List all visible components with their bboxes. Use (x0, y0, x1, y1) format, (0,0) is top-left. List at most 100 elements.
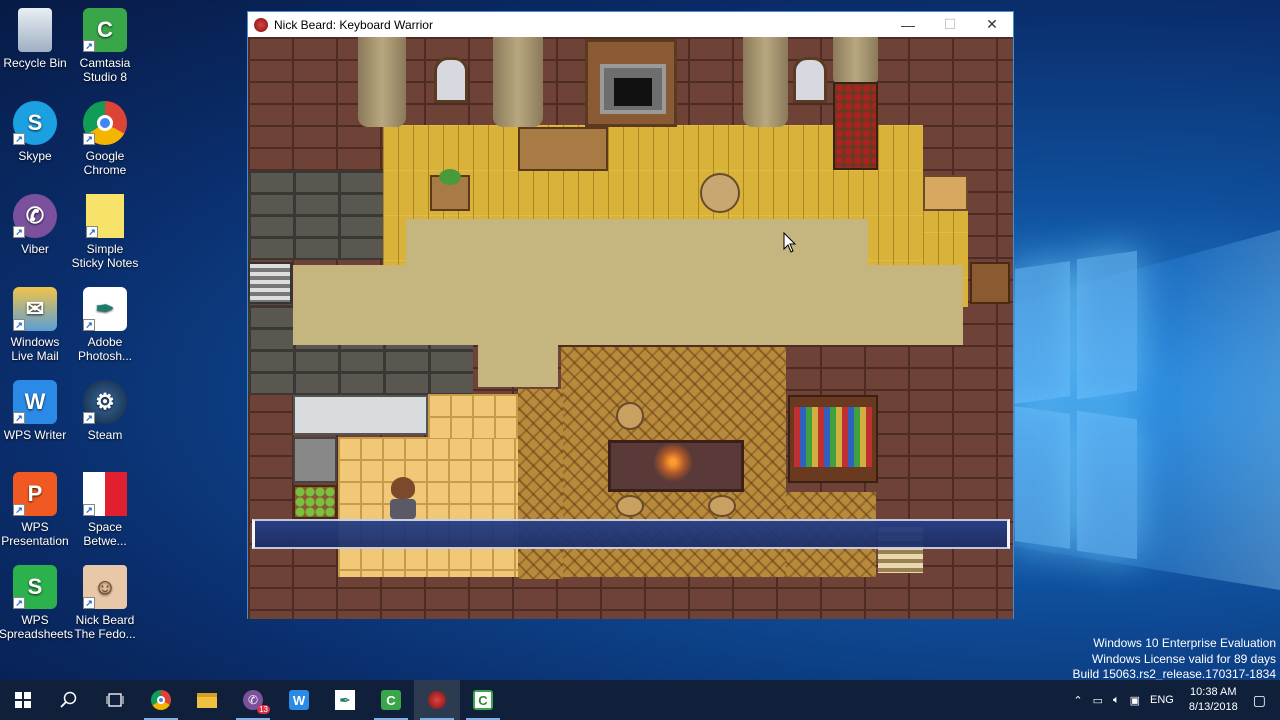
photoshop-icon: ✒ ↗ (83, 287, 127, 331)
round-stool (700, 173, 740, 213)
desktop-icon-label: WPS Writer (3, 428, 67, 442)
stove (293, 437, 337, 483)
desktop-icon-live-mail[interactable]: ✉ ↗ Windows Live Mail (0, 287, 71, 363)
file-explorer-icon (197, 692, 217, 708)
carpet-lower (478, 342, 558, 387)
kitchen-floor (338, 437, 518, 577)
door-right (970, 262, 1010, 304)
curtain-2 (493, 37, 543, 127)
carpet-upper (406, 219, 868, 267)
chrome-icon: ↗ (83, 101, 127, 145)
start-button[interactable] (0, 680, 46, 720)
desktop-icon-wps-writer[interactable]: W ↗ WPS Writer (0, 380, 71, 442)
recycle-bin-icon (18, 8, 52, 52)
desktop-icon-label: Adobe Photosh... (77, 335, 133, 363)
desktop-icon-camtasia[interactable]: C ↗ Camtasia Studio 8 (69, 8, 141, 84)
search-button[interactable] (46, 680, 92, 720)
window-titlebar[interactable]: Nick Beard: Keyboard Warrior — ☐ ✕ (248, 12, 1013, 37)
task-view-button[interactable] (92, 680, 138, 720)
desktop-icon-chrome[interactable]: ↗ Google Chrome (69, 101, 141, 177)
desktop-icon-viber[interactable]: ✆ ↗ Viber (0, 194, 71, 256)
steam-icon: ⚙ ↗ (83, 380, 127, 424)
taskbar-camtasia[interactable]: C (368, 680, 414, 720)
desktop-icon-label: Windows Live Mail (10, 335, 60, 363)
desktop-icon-label: Skype (18, 149, 52, 163)
viber-badge: 13 (257, 705, 270, 714)
stool-bottom-right (708, 495, 736, 517)
taskbar-viber[interactable]: ✆ 13 (230, 680, 276, 720)
system-tray: ⌃ ▭ 🔈︎ ▣ ENG 10:38 AM 8/13/2018 ▢ (1068, 680, 1280, 720)
arched-window-left (434, 57, 468, 103)
wine-rack (833, 82, 878, 170)
vegetable-crate (293, 485, 337, 519)
clock[interactable]: 10:38 AM 8/13/2018 (1189, 685, 1238, 715)
camtasia-recorder-icon: C (473, 690, 493, 710)
desktop-icon-space-between[interactable]: ↗ Space Betwe... (69, 472, 141, 548)
carpet-middle (293, 265, 963, 345)
task-view-icon (106, 693, 124, 707)
camtasia-icon: C ↗ (83, 8, 127, 52)
photoshop-icon: ✒ (335, 690, 355, 710)
desktop-icon-skype[interactable]: S ↗ Skype (0, 101, 71, 163)
start-icon (15, 692, 31, 708)
taskbar-game[interactable] (414, 680, 460, 720)
live-mail-icon: ✉ ↗ (13, 287, 57, 331)
kitchen-counter (293, 395, 428, 435)
stool-bottom-left (616, 495, 644, 517)
desktop-icon-label: WPS Spreadsheets (0, 613, 74, 641)
curtain-1 (358, 37, 406, 127)
maximize-button[interactable]: ☐ (929, 12, 971, 37)
desktop-icon-label: WPS Presentation (1, 520, 69, 548)
desktop-icon-wps-presentation[interactable]: P ↗ WPS Presentation (0, 472, 71, 548)
taskbar: ✆ 13 W ✒ C C ⌃ ▭ 🔈︎ ▣ ENG 10:38 AM 8/13/… (0, 680, 1280, 720)
sticky-notes-icon: ↗ (86, 194, 124, 238)
game-window[interactable]: Nick Beard: Keyboard Warrior — ☐ ✕ (247, 11, 1014, 619)
desktop-icon-label: Nick Beard The Fedo... (74, 613, 136, 641)
windows-logo-wallpaper (1015, 250, 1140, 560)
camtasia-icon: C (381, 690, 401, 710)
curtain-3 (743, 37, 788, 127)
game-viewport[interactable] (248, 37, 1013, 619)
nick-beard-icon: ☺ ↗ (83, 565, 127, 609)
windows-watermark: Windows 10 Enterprise Evaluation Windows… (1073, 636, 1277, 683)
desktop-icon-steam[interactable]: ⚙ ↗ Steam (69, 380, 141, 442)
bookshelf (788, 395, 878, 483)
desktop-icon-photoshop[interactable]: ✒ ↗ Adobe Photosh... (69, 287, 141, 363)
wps-writer-icon: W (289, 690, 309, 710)
space-between-icon: ↗ (83, 472, 127, 516)
chrome-icon (151, 690, 171, 710)
desktop-icon-nick-beard[interactable]: ☺ ↗ Nick Beard The Fedo... (69, 565, 141, 641)
table-candle (653, 442, 693, 482)
game-app-icon (254, 17, 268, 32)
counter-upper (518, 127, 608, 171)
volume-icon[interactable]: 🔈︎ (1113, 694, 1120, 707)
game-icon (428, 691, 446, 709)
desktop-icon-recycle-bin[interactable]: Recycle Bin (0, 8, 71, 70)
desktop-icon-label: Space Betwe... (83, 520, 127, 548)
small-table-right (923, 175, 968, 211)
minimize-button[interactable]: — (887, 12, 929, 37)
desktop-icon-label: Viber (21, 242, 49, 256)
player-character (388, 477, 418, 519)
dining-floor-left (518, 389, 563, 579)
desktop-icon-sticky-notes[interactable]: ↗ Simple Sticky Notes (69, 194, 141, 270)
notification-icon[interactable]: ▢ (1253, 692, 1266, 709)
arched-window-right (793, 57, 827, 103)
desktop-icon-label: Recycle Bin (3, 56, 67, 70)
network-icon[interactable]: ▣ (1130, 694, 1140, 707)
taskbar-photoshop[interactable]: ✒ (322, 680, 368, 720)
mouse-cursor-icon (783, 232, 797, 253)
language-indicator[interactable]: ENG (1150, 694, 1174, 706)
clock-date: 8/13/2018 (1188, 701, 1238, 713)
stone-wall-upper-left (248, 170, 383, 260)
close-button[interactable]: ✕ (971, 12, 1013, 37)
chevron-up-icon[interactable]: ⌃ (1073, 694, 1082, 707)
power-icon[interactable]: ▭ (1093, 694, 1103, 707)
clock-time: 10:38 AM (1190, 686, 1237, 698)
desktop-icon-wps-spreadsheets[interactable]: S ↗ WPS Spreadsheets (0, 565, 74, 641)
taskbar-file-explorer[interactable] (184, 680, 230, 720)
taskbar-camtasia-recorder[interactable]: C (460, 680, 506, 720)
taskbar-wps-writer[interactable]: W (276, 680, 322, 720)
wps-writer-icon: W ↗ (13, 380, 57, 424)
taskbar-chrome[interactable] (138, 680, 184, 720)
